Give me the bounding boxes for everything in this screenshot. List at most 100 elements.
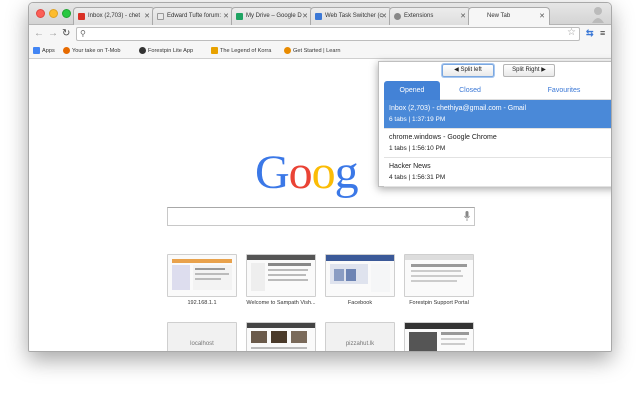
most-visited-tile[interactable] — [246, 254, 316, 297]
window-row[interactable]: chrome.windows - Google Chrome 1 tabs | … — [384, 129, 612, 158]
tile-label: Facebook — [347, 300, 373, 306]
window-meta: 1 tabs | 1:56:10 PM — [389, 145, 446, 152]
logo-letter: g — [334, 146, 359, 199]
tab-gmail[interactable]: Inbox (2,703) - chet ✕ — [73, 7, 155, 25]
favourite-star-icon[interactable]: ☆ — [611, 139, 612, 146]
bookmark-forestpin[interactable]: Forestpin Lite App — [139, 47, 193, 54]
most-visited-tile[interactable] — [246, 322, 316, 351]
tab-close-icon[interactable]: ✕ — [381, 8, 387, 25]
chevron-right-icon: ▶ — [541, 67, 546, 73]
page-icon — [157, 13, 164, 20]
page-preview — [405, 255, 473, 282]
back-arrow-icon[interactable]: ← — [34, 27, 44, 41]
tile-label: Forestpin Support Portal — [409, 300, 469, 306]
tab-new-tab[interactable]: New Tab ✕ — [468, 7, 550, 26]
most-visited-tile[interactable] — [325, 254, 395, 297]
most-visited-tile[interactable]: pizzahut.lk — [325, 322, 395, 351]
tab-close-icon[interactable]: ✕ — [144, 8, 150, 25]
tab-extensions[interactable]: Extensions ✕ — [389, 7, 471, 25]
site-icon — [63, 47, 70, 54]
page-preview — [405, 323, 473, 351]
page-preview — [247, 323, 315, 349]
bookmark-label: Your take on T-Mob — [72, 47, 121, 54]
bookmark-korra[interactable]: The Legend of Korra — [211, 47, 271, 54]
page-preview — [247, 255, 315, 291]
window-meta: 4 tabs | 1:56:31 PM — [389, 174, 446, 181]
window-title: Inbox (2,703) - chethiya@gmail.com - Gma… — [389, 105, 527, 112]
most-visited-tile[interactable] — [404, 254, 474, 297]
close-window-button[interactable] — [36, 9, 45, 18]
most-visited-tile[interactable] — [404, 322, 474, 351]
tile-placeholder: localhost — [190, 341, 214, 347]
docs-icon — [315, 13, 322, 20]
tab-opened[interactable]: Opened — [384, 81, 440, 100]
window-row[interactable]: Inbox (2,703) - chethiya@gmail.com - Gma… — [384, 100, 612, 129]
bookmark-label: Get Started | Learn — [293, 47, 341, 54]
tab-title: Extensions — [404, 13, 434, 19]
tab-close-icon[interactable]: ✕ — [302, 8, 308, 25]
bookmark-label: Forestpin Lite App — [148, 47, 194, 54]
favourite-star-filled-icon[interactable]: ★ — [611, 168, 612, 175]
bookmark-apps[interactable]: Apps — [33, 47, 55, 54]
tab-web-task-switcher[interactable]: Web Task Switcher (c ✕ — [310, 7, 392, 25]
logo-letter: o — [311, 146, 336, 199]
most-visited-tile[interactable] — [167, 254, 237, 297]
site-icon — [284, 47, 291, 54]
address-bar[interactable]: ⚲ ☆ — [76, 27, 580, 41]
bookmark-label: The Legend of Korra — [220, 47, 272, 54]
browser-window: Inbox (2,703) - chet ✕ Edward Tufte foru… — [28, 2, 612, 352]
chevron-left-icon: ◀ — [454, 67, 459, 73]
menu-icon[interactable]: ≡ — [600, 28, 605, 38]
window-meta: 6 tabs | 1:37:19 PM — [389, 116, 446, 123]
tab-title: My Drive – Google D — [246, 13, 302, 19]
tab-strip: Inbox (2,703) - chet ✕ Edward Tufte foru… — [29, 3, 611, 26]
favourite-star-icon[interactable]: ☆ — [611, 110, 612, 117]
tab-favourites[interactable]: Favourites — [524, 81, 604, 100]
bookmark-get-started[interactable]: Get Started | Learn — [284, 47, 340, 54]
window-row[interactable]: Hacker News 4 tabs | 1:56:31 PM ★✖ — [384, 158, 612, 187]
button-label: Split Right — [512, 67, 540, 73]
search-icon: ⚲ — [80, 29, 86, 38]
google-logo: Goog — [255, 146, 359, 199]
tab-closed[interactable]: Closed — [440, 81, 500, 100]
split-left-button[interactable]: ◀ Split left — [442, 64, 494, 77]
tab-close-icon[interactable]: ✕ — [539, 8, 545, 25]
page-preview — [326, 255, 394, 292]
toolbar: ← → ↻ ⚲ ☆ ⇆ ≡ — [29, 25, 611, 43]
popup-tabs: Opened Closed Favourites — [384, 81, 611, 100]
tab-drive[interactable]: My Drive – Google D ✕ — [231, 7, 313, 25]
tab-title: Web Task Switcher (c — [325, 13, 383, 19]
profile-icon[interactable] — [591, 5, 605, 23]
google-search-input[interactable] — [167, 207, 475, 226]
task-switcher-popup: ◀ Split left Split Right ▶ ✕ Opened Clos… — [378, 61, 612, 187]
logo-letter: G — [255, 146, 290, 199]
site-icon — [139, 47, 146, 54]
page-preview — [172, 259, 232, 290]
minimize-window-button[interactable] — [49, 9, 58, 18]
tab-close-icon[interactable]: ✕ — [460, 8, 466, 25]
tab-tufte[interactable]: Edward Tufte forum: ✕ — [152, 7, 234, 25]
most-visited-tile[interactable]: localhost — [167, 322, 237, 351]
site-icon — [211, 47, 218, 54]
bookmark-label: Apps — [42, 47, 55, 54]
bookmark-tmobile[interactable]: Your take on T-Mob — [63, 47, 121, 54]
window-title: chrome.windows - Google Chrome — [389, 134, 497, 141]
button-label: Split left — [460, 67, 482, 73]
tab-title: New Tab — [487, 13, 511, 19]
puzzle-icon — [394, 13, 401, 20]
bookmarks-bar: Apps Your take on T-Mob Forestpin Lite A… — [29, 43, 611, 59]
forward-arrow-icon[interactable]: → — [48, 27, 58, 41]
apps-icon — [33, 47, 40, 54]
task-switcher-extension-icon[interactable]: ⇆ — [586, 28, 594, 39]
tile-placeholder: pizzahut.lk — [345, 341, 375, 347]
reload-icon[interactable]: ↻ — [62, 27, 70, 41]
microphone-icon[interactable] — [464, 211, 470, 221]
bookmark-star-icon[interactable]: ☆ — [567, 27, 576, 38]
zoom-window-button[interactable] — [62, 9, 71, 18]
tab-title: Edward Tufte forum: — [167, 13, 222, 19]
split-right-button[interactable]: Split Right ▶ — [503, 64, 555, 77]
tab-close-icon[interactable]: ✕ — [223, 8, 229, 25]
tab-title: Inbox (2,703) - chet — [88, 13, 141, 19]
drive-icon — [236, 13, 243, 20]
window-title: Hacker News — [389, 163, 431, 170]
